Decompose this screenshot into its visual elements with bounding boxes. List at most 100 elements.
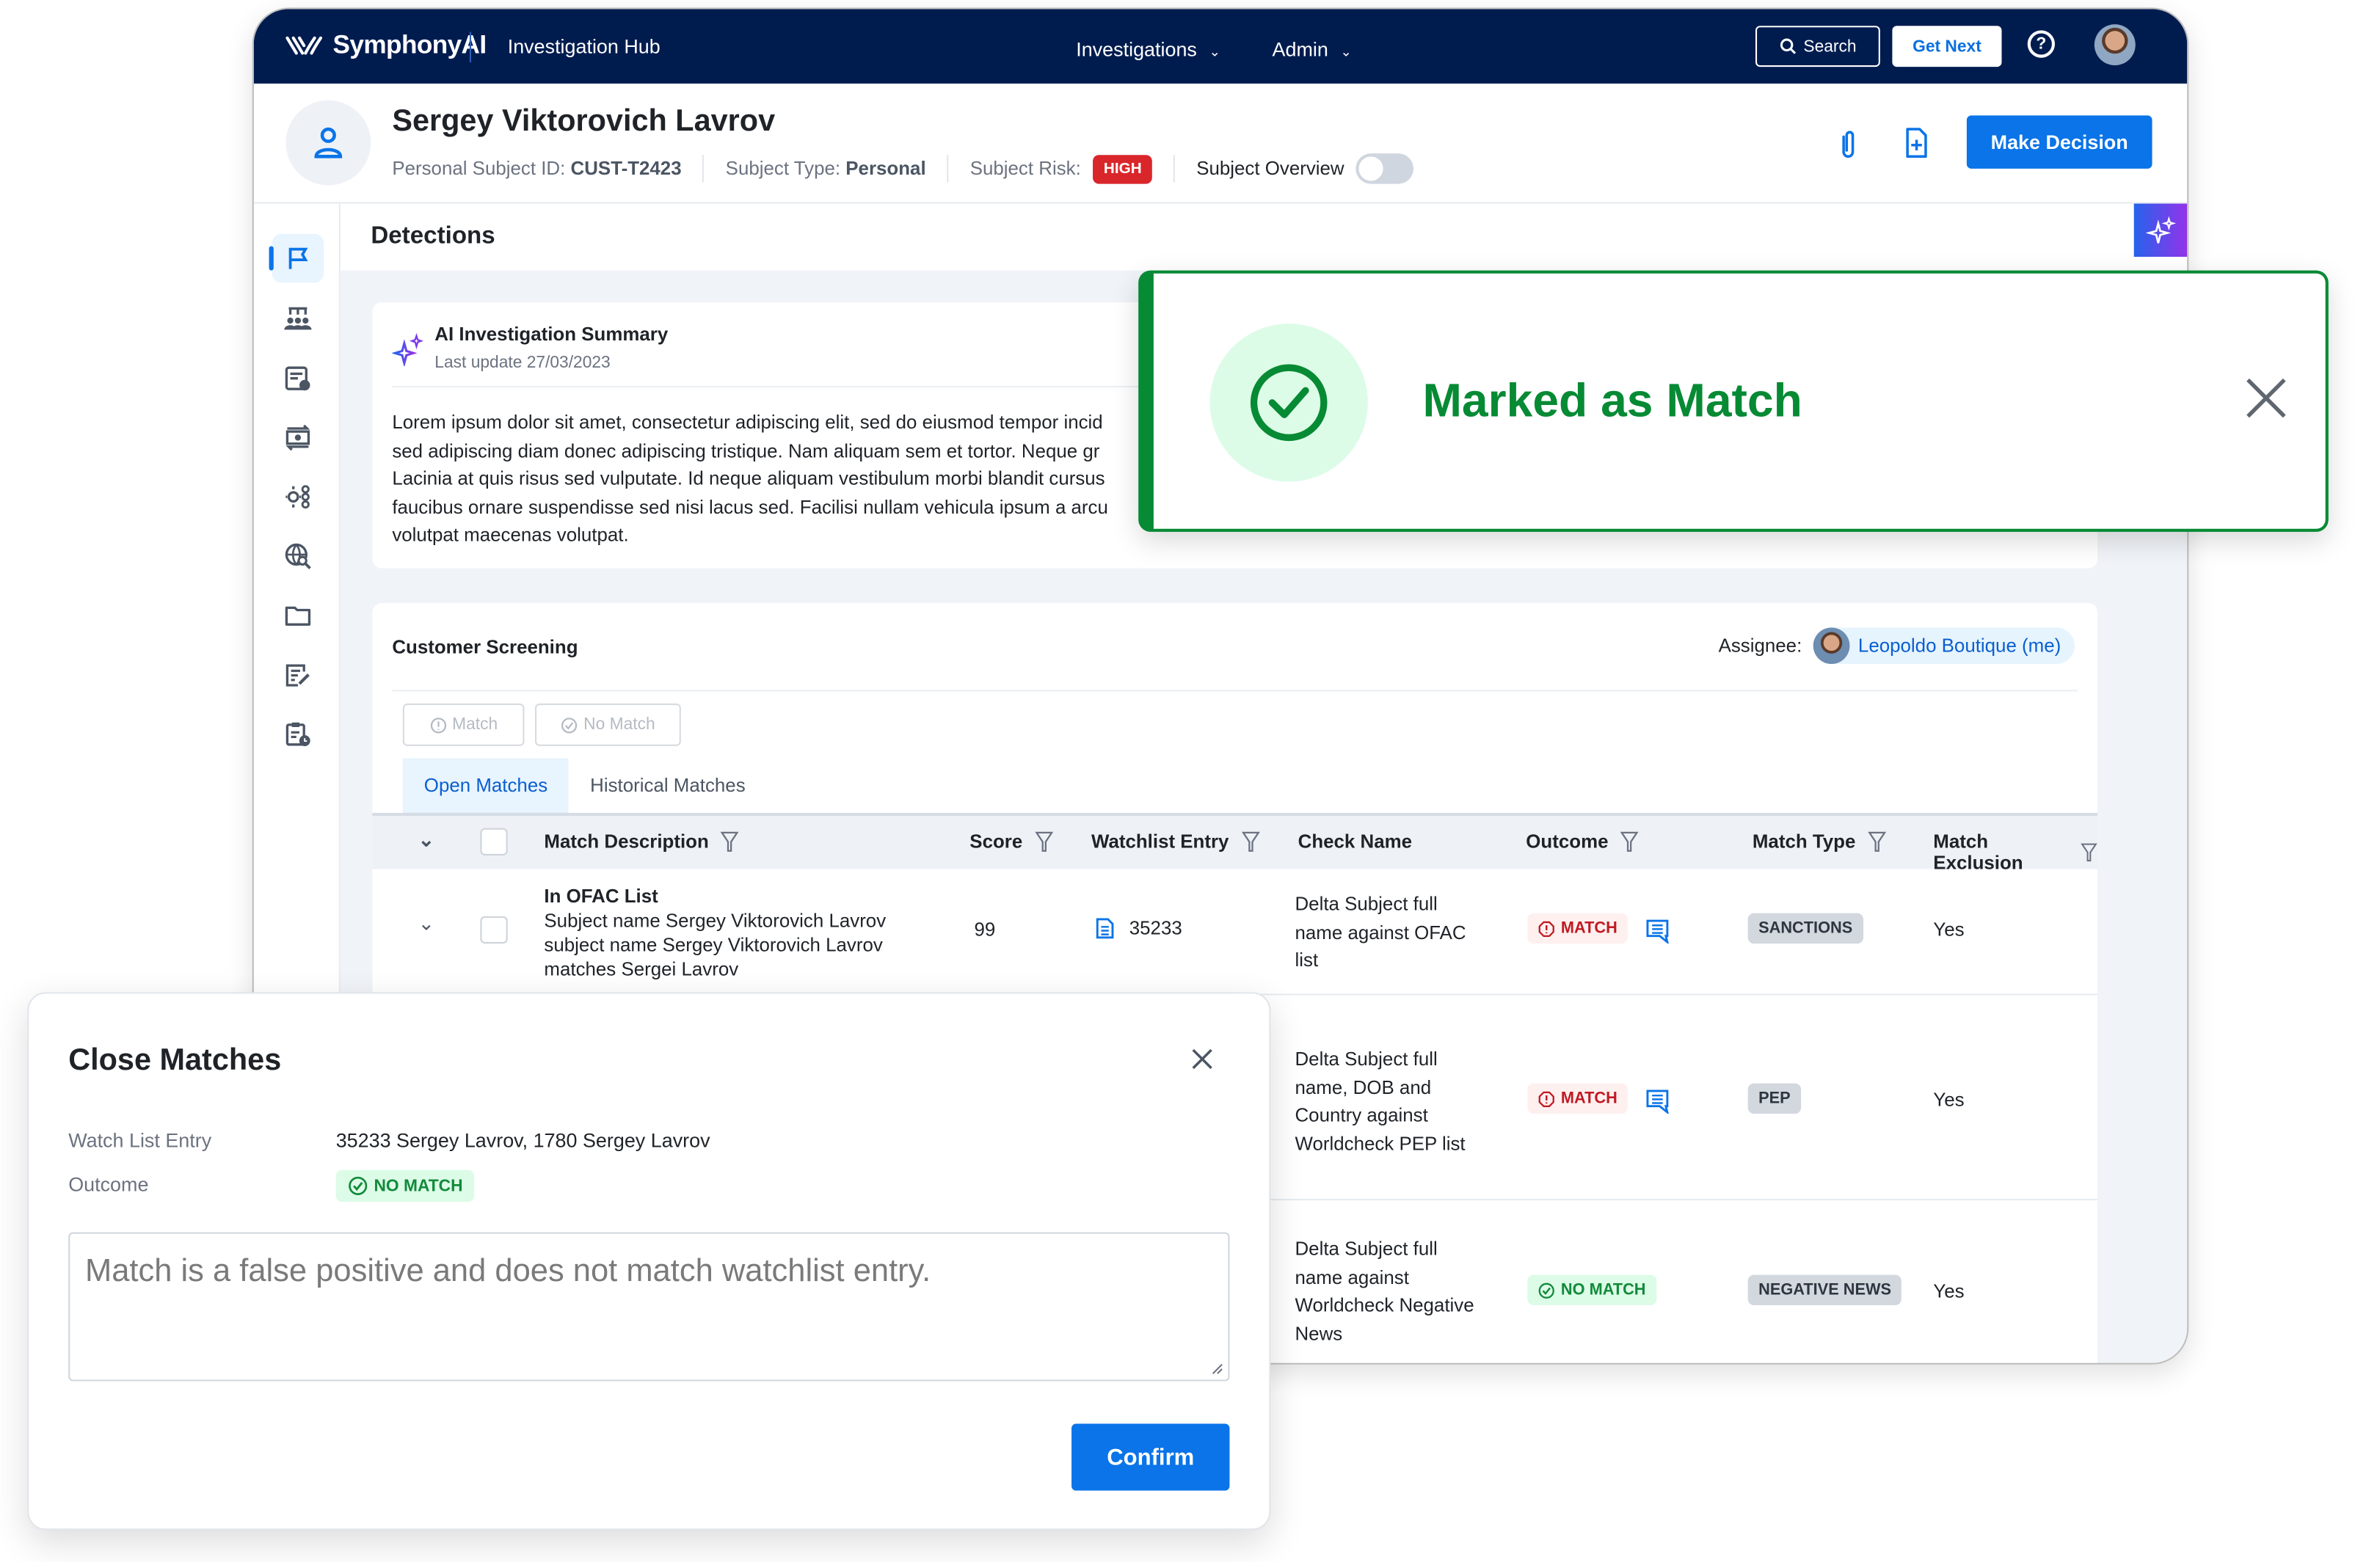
- sidebar-item-notes[interactable]: [272, 650, 324, 698]
- sparkle-icon: [2145, 215, 2176, 243]
- column-label: Watchlist Entry: [1091, 831, 1229, 853]
- assignee-chip[interactable]: Leopoldo Boutique (me): [1812, 627, 2075, 665]
- subject-type-value: Personal: [845, 158, 926, 180]
- match-type-badge: SANCTIONS: [1747, 913, 1863, 944]
- check-name-line: Worldcheck Negative: [1295, 1294, 1474, 1316]
- tab-open-matches[interactable]: Open Matches: [402, 758, 569, 817]
- dialog-title: Close Matches: [68, 1043, 282, 1078]
- sidebar-item-clipboard-clock[interactable]: [272, 709, 324, 758]
- outcome-badge: MATCH: [1527, 913, 1628, 944]
- column-label: Score: [969, 831, 1023, 853]
- expand-all-chevron-icon[interactable]: ⌄: [418, 828, 435, 853]
- check-name: Delta Subject full name, DOB and Country…: [1295, 1045, 1465, 1158]
- sidebar-item-team[interactable]: [272, 295, 324, 343]
- help-icon[interactable]: ?: [2027, 30, 2055, 58]
- filter-icon[interactable]: [2081, 842, 2097, 863]
- match-description-line: subject name Sergey Viktorovich Lavrov: [544, 934, 883, 956]
- top-navigation-bar: SymphonyAI Investigation Hub Investigati…: [253, 9, 2188, 84]
- nav-label: Admin: [1272, 37, 1328, 61]
- flag-icon: [288, 247, 308, 269]
- filter-icon[interactable]: [1620, 831, 1639, 853]
- close-icon[interactable]: [2245, 377, 2288, 427]
- ai-summary-body: Lorem ipsum dolor sit amet, consectetur …: [392, 409, 1152, 550]
- no-match-button[interactable]: No Match: [534, 703, 681, 746]
- search-button[interactable]: Search: [1755, 26, 1880, 67]
- check-circle-icon: [1538, 1282, 1554, 1298]
- comment-icon[interactable]: [1645, 919, 1669, 944]
- attachment-icon[interactable]: [1839, 129, 1857, 167]
- get-next-button[interactable]: Get Next: [1892, 26, 2002, 67]
- brand-logo[interactable]: SymphonyAI: [284, 30, 487, 60]
- subject-id-value: CUST-T2423: [570, 158, 682, 180]
- watchlist-entry[interactable]: 35233: [1096, 918, 1182, 939]
- match-tabs: Open Matches Historical Matches: [402, 758, 767, 817]
- row-checkbox[interactable]: [480, 916, 508, 944]
- stage: SymphonyAI Investigation Hub Investigati…: [0, 0, 2380, 1562]
- sidebar-item-folder[interactable]: [272, 591, 324, 640]
- alert-octagon-icon: [1538, 920, 1554, 937]
- match-button[interactable]: Match: [402, 703, 525, 746]
- user-avatar[interactable]: [2094, 24, 2136, 66]
- match-type-badge: NEGATIVE NEWS: [1747, 1274, 1902, 1305]
- check-name: Delta Subject full name against OFAC lis…: [1295, 891, 1466, 976]
- person-icon: [314, 127, 343, 158]
- table-header: ⌄ Match Description Score Watchlist Entr…: [372, 816, 2097, 874]
- select-all-checkbox[interactable]: [480, 828, 508, 855]
- table-row[interactable]: ⌄ In OFAC List Subject name Sergey Vikto…: [372, 869, 2097, 996]
- check-circle-icon: [349, 1176, 368, 1195]
- sidebar-item-globe-search[interactable]: [272, 532, 324, 580]
- close-icon[interactable]: [1192, 1048, 1213, 1077]
- match-type: SANCTIONS: [1747, 913, 1863, 944]
- folder-icon: [285, 606, 311, 626]
- check-circle-icon: [1250, 364, 1328, 442]
- detections-header: Detections: [340, 203, 2188, 271]
- confirm-button[interactable]: Confirm: [1071, 1423, 1230, 1491]
- sidebar-item-network-settings[interactable]: [272, 472, 324, 521]
- filter-icon[interactable]: [1867, 831, 1886, 853]
- filter-icon[interactable]: [1034, 831, 1053, 853]
- main-nav: Investigations ⌄ Admin ⌄: [1076, 38, 1352, 61]
- expand-row-chevron-icon[interactable]: ⌄: [418, 912, 435, 936]
- make-decision-button[interactable]: Make Decision: [1966, 115, 2152, 169]
- col-check-name[interactable]: Check Name: [1298, 831, 1412, 853]
- col-watchlist-entry[interactable]: Watchlist Entry: [1091, 831, 1259, 853]
- filter-icon[interactable]: [1241, 831, 1259, 853]
- match-exclusion: Yes: [1933, 1280, 1965, 1302]
- resize-handle-icon[interactable]: [1212, 1363, 1224, 1376]
- section-title: Customer Screening: [392, 636, 578, 658]
- match-exclusion: Yes: [1933, 919, 1965, 941]
- outcome-label: Outcome: [68, 1172, 149, 1196]
- assignee-avatar: [1812, 627, 1849, 665]
- match-description-line: Subject name Sergey Viktorovich Lavrov: [544, 910, 887, 932]
- col-match-description[interactable]: Match Description: [544, 831, 740, 853]
- col-match-exclusion[interactable]: Match Exclusion: [1933, 831, 2097, 874]
- check-name-line: Worldcheck PEP list: [1295, 1133, 1466, 1155]
- close-matches-dialog: Close Matches Watch List Entry 35233 Ser…: [27, 992, 1271, 1530]
- comment-textarea[interactable]: Match is a false positive and does not m…: [68, 1232, 1230, 1382]
- col-match-type[interactable]: Match Type: [1753, 831, 1886, 853]
- divider: [702, 155, 705, 183]
- nav-investigations[interactable]: Investigations ⌄: [1076, 38, 1220, 61]
- nav-label: Investigations: [1076, 37, 1197, 61]
- nav-admin[interactable]: Admin ⌄: [1273, 38, 1353, 61]
- sparkle-icon: [392, 332, 424, 367]
- ai-assistant-button[interactable]: [2133, 203, 2188, 257]
- tab-historical-matches[interactable]: Historical Matches: [569, 758, 766, 813]
- summary-line: Lacinia at quis risus sed vulputate. Id …: [392, 468, 1105, 490]
- team-icon: [284, 307, 312, 330]
- col-score[interactable]: Score: [969, 831, 1053, 853]
- col-outcome[interactable]: Outcome: [1526, 831, 1639, 853]
- clipboard-clock-icon: [285, 722, 310, 747]
- settings-network-icon: [285, 485, 310, 509]
- comment-icon[interactable]: [1645, 1090, 1669, 1114]
- sidebar-item-document-info[interactable]: [272, 354, 324, 403]
- subject-meta: Personal Subject ID: CUST-T2423 Subject …: [392, 153, 1414, 184]
- sidebar-item-flag[interactable]: [269, 233, 324, 283]
- outcome: NO MATCH: [1527, 1274, 1656, 1305]
- sidebar-item-transactions[interactable]: [272, 413, 324, 461]
- filter-icon[interactable]: [721, 831, 740, 853]
- outcome-badge: MATCH: [1527, 1083, 1628, 1114]
- add-document-icon[interactable]: [1904, 128, 1929, 166]
- brand-divider: [469, 32, 472, 62]
- subject-overview-toggle[interactable]: [1356, 153, 1414, 184]
